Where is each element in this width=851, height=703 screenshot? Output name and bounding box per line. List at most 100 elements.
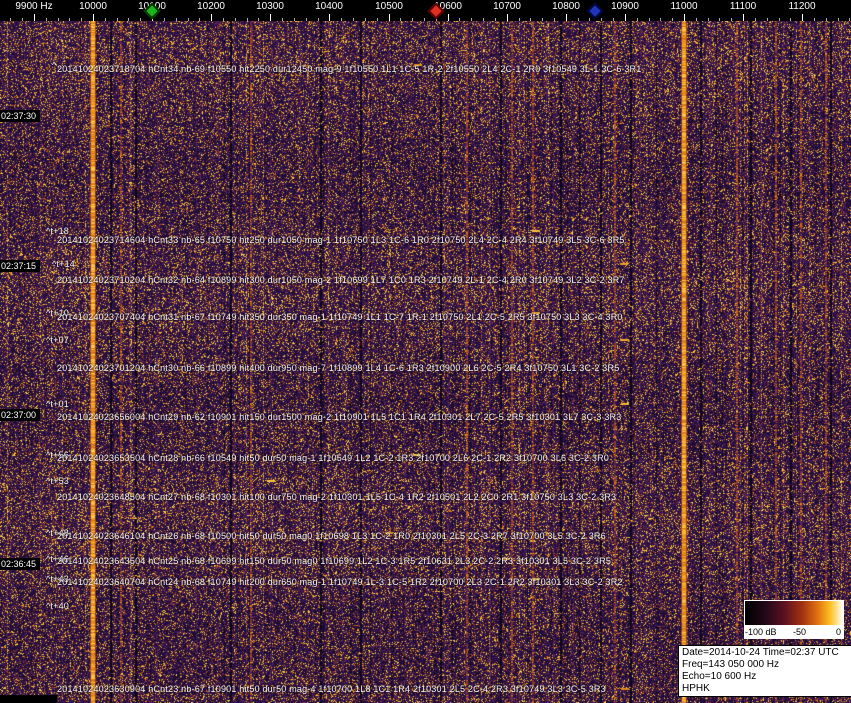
freq-tick xyxy=(365,18,366,21)
detection-log-line: 20141024023630904 hCnt23 nb-67 f10901 hi… xyxy=(57,684,606,694)
freq-tick xyxy=(318,18,319,21)
freq-tick xyxy=(46,18,47,21)
freq-tick xyxy=(507,14,508,21)
legend-mid-label: -50 xyxy=(793,627,807,637)
freq-tick xyxy=(294,18,295,21)
event-time-marker: ^t+53 xyxy=(46,476,69,486)
freq-tick xyxy=(247,18,248,21)
observation-info-box: Date=2014-10-24 Time=02:37 UTC Freq=143 … xyxy=(678,645,851,697)
freq-tick xyxy=(767,18,768,21)
legend-min-label: -100 dB xyxy=(745,627,777,637)
freq-tick xyxy=(258,18,259,21)
event-time-marker: ^t+40 xyxy=(46,601,69,611)
freq-tick xyxy=(802,14,803,21)
freq-tick xyxy=(211,14,212,21)
freq-tick xyxy=(400,18,401,21)
freq-tick xyxy=(176,18,177,21)
freq-tick xyxy=(235,18,236,21)
freq-tick xyxy=(519,18,520,21)
freq-tick xyxy=(660,18,661,21)
time-axis-label: 02:36:45 xyxy=(0,558,41,570)
detection-log-line: 20141024023643504 hCnt25 nb-68 f10699 hi… xyxy=(57,556,612,566)
freq-tick-label: 9900 Hz xyxy=(15,1,53,12)
freq-tick xyxy=(22,18,23,21)
freq-tick xyxy=(128,18,129,21)
detection-log-line: 20141024023640704 hCnt24 nb-68 f10749 hi… xyxy=(57,577,623,587)
freq-tick xyxy=(412,18,413,21)
freq-tick xyxy=(223,18,224,21)
freq-tick-label: 11000 xyxy=(670,1,698,12)
info-date-line: Date=2014-10-24 Time=02:37 UTC xyxy=(682,647,839,658)
detection-log-line: 20141024023718704 hCnt34 nb-69 f10550 hi… xyxy=(57,64,642,74)
freq-tick xyxy=(58,18,59,21)
frequency-ruler: 9900 Hz100001010010200103001040010500106… xyxy=(0,0,851,21)
freq-tick xyxy=(743,14,744,21)
freq-tick xyxy=(424,18,425,21)
freq-tick-label: 10400 xyxy=(315,1,343,12)
freq-tick xyxy=(199,18,200,21)
freq-tick xyxy=(684,14,685,21)
info-station-id: HPHK xyxy=(682,683,710,694)
time-axis-label: 02:37:30 xyxy=(0,110,41,122)
freq-tick xyxy=(554,18,555,21)
event-time-marker: ^t+01 xyxy=(46,399,69,409)
freq-tick xyxy=(814,18,815,21)
freq-tick-label: 10000 xyxy=(79,1,107,12)
freq-tick xyxy=(282,18,283,21)
freq-tick xyxy=(530,18,531,21)
freq-tick xyxy=(448,14,449,21)
freq-tick xyxy=(93,14,94,21)
detection-log-line: 20141024023653504 hCnt28 nb-66 f10549 hi… xyxy=(57,453,610,463)
freq-tick xyxy=(542,18,543,21)
freq-tick xyxy=(566,14,567,21)
legend-gradient-bar xyxy=(744,600,844,626)
freq-tick xyxy=(589,18,590,21)
freq-tick xyxy=(81,18,82,21)
freq-tick xyxy=(578,18,579,21)
detection-log-line: 20141024023710204 hCnt32 nb-64 f10899 hi… xyxy=(57,275,625,285)
freq-tick xyxy=(341,18,342,21)
freq-tick xyxy=(270,14,271,21)
spectrogram-canvas xyxy=(0,0,851,703)
freq-tick xyxy=(637,18,638,21)
freq-tick xyxy=(140,18,141,21)
freq-tick xyxy=(10,18,11,21)
freq-tick xyxy=(601,18,602,21)
freq-tick xyxy=(353,18,354,21)
freq-tick-label: 10800 xyxy=(552,1,580,12)
freq-tick xyxy=(495,18,496,21)
time-axis-label: 02:37:00 xyxy=(0,409,41,421)
freq-tick xyxy=(731,18,732,21)
freq-tick-label: 10200 xyxy=(197,1,225,12)
freq-tick xyxy=(329,14,330,21)
freq-tick xyxy=(483,18,484,21)
freq-tick xyxy=(696,18,697,21)
blue-freq-marker-icon xyxy=(586,2,604,20)
meteor-spectrogram-display: 9900 Hz100001010010200103001040010500106… xyxy=(0,0,851,703)
freq-tick xyxy=(790,18,791,21)
freq-tick xyxy=(849,18,850,21)
detection-log-line: 20141024023648504 hCnt27 nb-68 f10301 hi… xyxy=(57,492,617,502)
freq-tick xyxy=(779,18,780,21)
freq-tick xyxy=(649,18,650,21)
detection-log-line: 20141024023646104 hCnt26 nb-68 f10500 hi… xyxy=(57,531,606,541)
freq-tick xyxy=(625,14,626,21)
freq-tick xyxy=(613,18,614,21)
freq-tick xyxy=(719,18,720,21)
freq-tick xyxy=(377,18,378,21)
freq-tick xyxy=(164,18,165,21)
freq-tick-label: 10300 xyxy=(256,1,284,12)
detection-log-line: 20141024023714604 hCnt33 nb-65 f10750 hi… xyxy=(57,235,625,245)
freq-tick xyxy=(708,18,709,21)
freq-tick xyxy=(105,18,106,21)
info-freq-line: Freq=143 050 000 Hz xyxy=(682,659,780,670)
event-time-marker: ^t+14 xyxy=(52,259,75,269)
info-echo-line: Echo=10 600 Hz xyxy=(682,671,757,682)
freq-tick xyxy=(69,18,70,21)
freq-tick xyxy=(389,14,390,21)
freq-tick xyxy=(471,18,472,21)
freq-tick xyxy=(117,18,118,21)
freq-tick xyxy=(34,14,35,21)
legend-scale-labels: -100 dB -50 0 xyxy=(744,626,844,639)
freq-tick-label: 11100 xyxy=(729,1,757,12)
